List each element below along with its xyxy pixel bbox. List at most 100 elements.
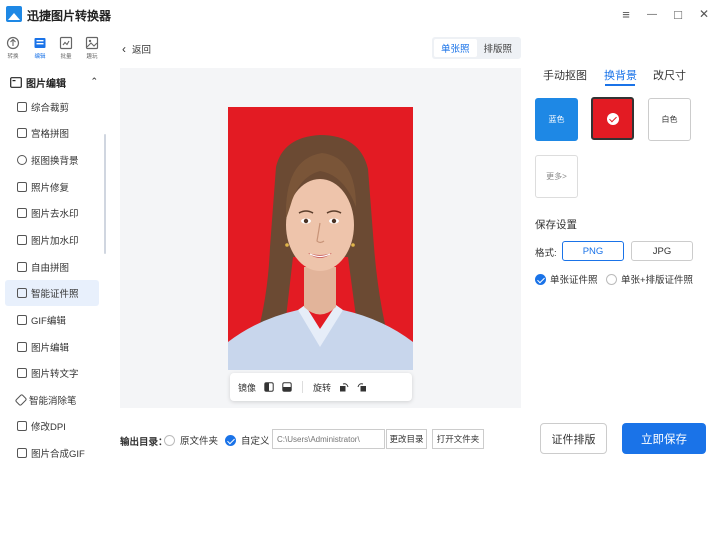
- sidebar-item-make-gif[interactable]: 图片合成GIF: [5, 440, 99, 466]
- eraser-icon: [14, 393, 28, 407]
- fun-icon: [85, 36, 99, 50]
- option-single-plus-layout[interactable]: 单张+排版证件照: [606, 272, 693, 286]
- sidebar-item-image-edit[interactable]: 图片编辑: [5, 334, 99, 360]
- sidebar-item-label: 修改DPI: [31, 422, 66, 433]
- sidebar-item-label: 图片加水印: [31, 236, 79, 247]
- batch-icon: [59, 36, 73, 50]
- sidebar-item-cutout[interactable]: 抠图换背景: [5, 147, 99, 173]
- sidebar-item-gif-edit[interactable]: GIF编辑: [5, 307, 99, 333]
- id-photo-preview: [228, 107, 413, 370]
- format-png-button[interactable]: PNG: [562, 241, 624, 261]
- option-layout-label: 单张+排版证件照: [621, 275, 694, 286]
- rotate-group: 旋转: [313, 381, 367, 394]
- change-directory-button[interactable]: 更改目录: [386, 429, 427, 449]
- photo-toolbar: 镜像 旋转: [230, 373, 412, 401]
- sidebar-item-add-watermark[interactable]: 图片加水印: [5, 227, 99, 253]
- tab-fun-label: 趣玩: [86, 54, 98, 60]
- repair-icon: [17, 182, 27, 192]
- mode-tabs: 转换 编辑 批量 趣玩: [0, 34, 106, 64]
- sidebar-item-collage[interactable]: 自由拼图: [5, 254, 99, 280]
- output-original-folder-radio[interactable]: 原文件夹: [164, 433, 218, 447]
- sidebar-scrollbar[interactable]: [104, 134, 106, 254]
- option-single-photo[interactable]: 单张证件照: [535, 272, 598, 286]
- output-directory-label: 输出目录：: [120, 437, 168, 448]
- tab-change-background[interactable]: 换背景: [604, 67, 637, 83]
- save-now-button[interactable]: 立即保存: [622, 423, 706, 454]
- sidebar-item-crop[interactable]: 综合裁剪: [5, 94, 99, 120]
- tab-fun[interactable]: 趣玩: [79, 34, 105, 64]
- sidebar-item-grid[interactable]: 宫格拼图: [5, 120, 99, 146]
- tab-single-photo[interactable]: 单张照: [434, 39, 477, 57]
- sidebar-item-id-photo[interactable]: 智能证件照: [5, 280, 99, 306]
- rotate-left-icon[interactable]: [339, 382, 349, 392]
- minimize-button[interactable]: —: [643, 5, 661, 23]
- sidebar-item-label: 抠图换背景: [31, 156, 79, 167]
- id-photo-icon: [17, 288, 27, 298]
- chevron-up-icon: ⌃: [90, 76, 98, 86]
- background-red-swatch[interactable]: [591, 97, 634, 140]
- portrait-image: [228, 107, 413, 370]
- maximize-button[interactable]: □: [669, 5, 687, 23]
- sidebar-item-ocr[interactable]: 图片转文字: [5, 360, 99, 386]
- tab-resize[interactable]: 改尺寸: [653, 67, 686, 83]
- save-settings-title: 保存设置: [535, 219, 577, 231]
- tab-convert-label: 转换: [7, 54, 19, 60]
- open-folder-button[interactable]: 打开文件夹: [432, 429, 484, 449]
- chevron-left-icon: ‹: [122, 42, 126, 56]
- rotate-label: 旋转: [313, 382, 332, 393]
- tab-batch[interactable]: 批量: [53, 34, 79, 64]
- tab-layout-photo[interactable]: 排版照: [477, 39, 520, 57]
- tab-manual-cutout[interactable]: 手动抠图: [543, 67, 587, 83]
- edit-icon: [34, 38, 46, 48]
- format-jpg-button[interactable]: JPG: [631, 241, 693, 261]
- background-blue-swatch[interactable]: 蓝色: [535, 98, 578, 141]
- app-logo-icon: [6, 6, 22, 22]
- mirror-label: 镜像: [238, 382, 257, 393]
- unchecked-icon: [164, 434, 175, 446]
- menu-icon[interactable]: ≡: [617, 5, 635, 23]
- tab-edit[interactable]: 编辑: [27, 34, 53, 64]
- back-label: 返回: [132, 45, 152, 56]
- output-custom-radio[interactable]: 自定义: [225, 433, 270, 447]
- dpi-icon: [17, 421, 27, 431]
- tab-edit-label: 编辑: [34, 54, 46, 60]
- tab-batch-label: 批量: [60, 54, 72, 60]
- ocr-icon: [17, 368, 27, 378]
- remove-watermark-icon: [17, 208, 27, 218]
- background-white-swatch[interactable]: 白色: [648, 98, 691, 141]
- sidebar-item-label: 宫格拼图: [31, 129, 70, 140]
- image-edit-section-icon: [10, 76, 22, 88]
- convert-icon: [6, 36, 20, 50]
- unchecked-icon: [606, 273, 617, 285]
- grid-icon: [17, 128, 27, 138]
- option-single-label: 单张证件照: [550, 275, 598, 286]
- sidebar-item-dpi[interactable]: 修改DPI: [5, 413, 99, 439]
- check-icon: [606, 112, 619, 125]
- close-button[interactable]: ✕: [695, 5, 713, 23]
- sidebar-item-remove-watermark[interactable]: 图片去水印: [5, 200, 99, 226]
- tab-convert[interactable]: 转换: [0, 34, 26, 64]
- image-edit-icon: [17, 342, 27, 352]
- custom-label: 自定义: [241, 436, 270, 447]
- sidebar-section-header[interactable]: 图片编辑 ⌃: [10, 73, 102, 91]
- output-path-input[interactable]: [272, 429, 385, 449]
- flip-vertical-icon[interactable]: [282, 382, 292, 392]
- more-colors-button[interactable]: 更多>: [535, 155, 578, 198]
- crop-icon: [17, 102, 27, 112]
- sidebar-item-label: 图片合成GIF: [31, 449, 85, 460]
- original-folder-label: 原文件夹: [180, 436, 219, 447]
- rotate-right-icon[interactable]: [357, 382, 367, 392]
- add-watermark-icon: [17, 235, 27, 245]
- sidebar-section-title: 图片编辑: [26, 78, 66, 90]
- sidebar-item-repair[interactable]: 照片修复: [5, 174, 99, 200]
- format-label: 格式:: [535, 248, 557, 259]
- back-button[interactable]: ‹ 返回: [122, 42, 151, 56]
- checked-icon: [225, 434, 236, 446]
- collage-icon: [17, 262, 27, 272]
- flip-horizontal-icon[interactable]: [264, 382, 274, 392]
- id-layout-button[interactable]: 证件排版: [540, 423, 607, 454]
- sidebar-item-label: 图片编辑: [31, 343, 70, 354]
- checked-icon: [535, 273, 546, 285]
- sidebar-item-label: 图片去水印: [31, 209, 79, 220]
- sidebar-item-eraser[interactable]: 智能消除笔: [5, 387, 99, 413]
